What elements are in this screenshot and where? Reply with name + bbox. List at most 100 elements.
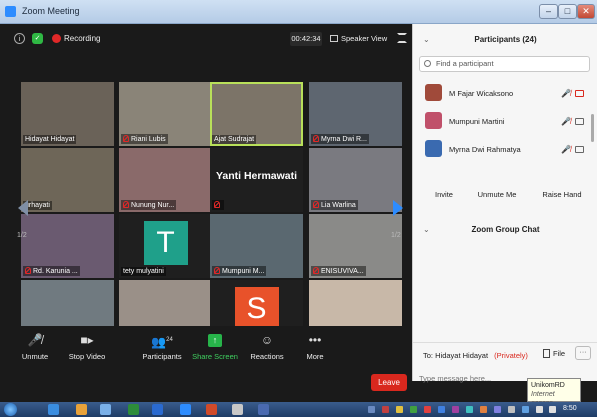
- fullscreen-icon[interactable]: [397, 33, 407, 43]
- muted-microphone-icon: 🎤̸: [27, 333, 43, 347]
- tile-name-text: Nunung Nur...: [131, 202, 175, 209]
- participants-panel-title: Participants (24): [474, 35, 537, 44]
- leave-meeting-button[interactable]: Leave: [371, 374, 407, 391]
- unmute-button[interactable]: 🎤̸ Unmute: [10, 332, 60, 361]
- next-page-arrow-icon[interactable]: [393, 200, 403, 216]
- zoom-taskbar-icon[interactable]: [180, 404, 191, 415]
- tile-name-text: Rd. Karunia ...: [33, 268, 78, 275]
- security-shield-icon[interactable]: ✓: [32, 33, 43, 44]
- tile-name-label: Hidayat Hidayat: [23, 135, 77, 144]
- app-icon[interactable]: [258, 404, 269, 415]
- participant-row[interactable]: M Fajar Wicaksono 🎤̸: [413, 80, 597, 108]
- network-icon[interactable]: [536, 406, 543, 413]
- chat-more-button[interactable]: ···: [575, 346, 591, 360]
- tray-icon[interactable]: [368, 406, 375, 413]
- chrome-app-icon[interactable]: [48, 404, 59, 415]
- maximize-button[interactable]: □: [558, 4, 577, 19]
- tray-icon[interactable]: [452, 406, 459, 413]
- info-icon[interactable]: i: [14, 33, 25, 44]
- muted-microphone-icon: [313, 135, 319, 142]
- tile-name-text: tety mulyatini: [123, 268, 164, 275]
- participant-search-box[interactable]: Find a participant: [419, 56, 590, 72]
- minimize-button[interactable]: –: [539, 4, 558, 19]
- close-button[interactable]: ✕: [577, 4, 595, 19]
- volume-icon[interactable]: [549, 406, 556, 413]
- video-tile[interactable]: ENISUVIVA...: [309, 214, 402, 278]
- stop-video-button[interactable]: ■▸ Stop Video: [62, 332, 112, 361]
- video-tile[interactable]: Ajat Sudrajat: [210, 82, 303, 146]
- folder-app-icon[interactable]: [76, 404, 87, 415]
- chat-to-label: To:: [423, 351, 434, 360]
- tray-icon[interactable]: [410, 406, 417, 413]
- muted-microphone-icon: 🎤̸: [561, 117, 571, 126]
- document-app-icon[interactable]: [232, 404, 243, 415]
- participant-row[interactable]: Mumpuni Martini 🎤̸: [413, 108, 597, 136]
- video-camera-icon: [575, 90, 584, 97]
- video-tile[interactable]: Nunung Nur...: [119, 148, 212, 212]
- tray-icon[interactable]: [438, 406, 445, 413]
- tile-display-name: Yanti Hermawati: [215, 170, 298, 182]
- video-tile[interactable]: Riani Lubis: [119, 82, 212, 146]
- video-tile[interactable]: Yanti Hermawati: [210, 148, 303, 212]
- participants-button[interactable]: 👥24 Participants: [137, 332, 187, 361]
- unmute-me-button[interactable]: Unmute Me: [471, 186, 523, 204]
- collapse-chat-chevron-icon[interactable]: ⌄: [423, 218, 430, 242]
- chat-to-name: Hidayat Hidayat: [435, 351, 489, 360]
- video-tile[interactable]: Rd. Karunia ...: [21, 214, 114, 278]
- video-tile[interactable]: urhayati: [21, 148, 114, 212]
- collapse-chevron-icon[interactable]: ⌄: [423, 28, 430, 52]
- tray-icon[interactable]: [396, 406, 403, 413]
- avatar-letter: S: [234, 287, 279, 331]
- participant-search-placeholder: Find a participant: [436, 59, 494, 68]
- video-tile[interactable]: Lia Warlina: [309, 148, 402, 212]
- share-screen-button[interactable]: ↑ Share Screen: [190, 332, 240, 361]
- tray-icon[interactable]: [424, 406, 431, 413]
- tray-icon[interactable]: [466, 406, 473, 413]
- muted-microphone-icon: [123, 135, 129, 142]
- tray-icon[interactable]: [508, 406, 515, 413]
- avatar: [425, 112, 442, 129]
- tile-name-text: Myrna Dwi R...: [321, 136, 367, 143]
- reactions-button[interactable]: ☺ Reactions: [242, 332, 292, 361]
- start-button-icon[interactable]: [4, 403, 17, 416]
- chat-file-button[interactable]: File: [543, 349, 565, 358]
- participant-list-scrollbar[interactable]: [591, 114, 594, 142]
- window-title: Zoom Meeting: [22, 6, 80, 16]
- avatar: [425, 84, 442, 101]
- tray-icon[interactable]: [522, 406, 529, 413]
- page-indicator-right: 1/2: [391, 232, 401, 239]
- network-tooltip: UnikomRD Internet access: [527, 378, 581, 407]
- video-tile[interactable]: Myrna Dwi R...: [309, 82, 402, 146]
- tile-name-label: tety mulyatini: [121, 267, 166, 276]
- file-icon: [543, 349, 550, 358]
- speaker-view-button[interactable]: Speaker View: [330, 32, 387, 46]
- tray-icon[interactable]: [480, 406, 487, 413]
- excel-app-icon[interactable]: [128, 404, 139, 415]
- avatar: [425, 140, 442, 157]
- tray-icon[interactable]: [494, 406, 501, 413]
- explorer-app-icon[interactable]: [100, 404, 111, 415]
- powerpoint-app-icon[interactable]: [206, 404, 217, 415]
- share-screen-icon: ↑: [208, 334, 222, 347]
- video-tile[interactable]: Ttety mulyatini: [119, 214, 212, 278]
- participant-row[interactable]: Myrna Dwi Rahmatya 🎤̸: [413, 136, 597, 164]
- video-tile[interactable]: Hidayat Hidayat: [21, 82, 114, 146]
- page-indicator-left: 1/2: [17, 232, 27, 239]
- more-button[interactable]: ••• More: [290, 332, 340, 361]
- invite-button[interactable]: Invite: [427, 186, 461, 204]
- tile-name-text: Hidayat Hidayat: [25, 136, 75, 143]
- tray-icon[interactable]: [382, 406, 389, 413]
- chat-recipient[interactable]: To: Hidayat Hidayat (Privately): [423, 351, 528, 360]
- speaker-view-label: Speaker View: [341, 34, 388, 43]
- smiley-reaction-icon: ☺: [260, 333, 274, 347]
- meeting-controls-bar: 🎤̸ Unmute ■▸ Stop Video 👥24 Participants…: [0, 326, 412, 381]
- tile-name-text: Lia Warlina: [321, 202, 356, 209]
- raise-hand-button[interactable]: Raise Hand: [537, 186, 587, 204]
- avatar-letter: T: [143, 221, 188, 265]
- word-app-icon[interactable]: [152, 404, 163, 415]
- more-dots-icon: •••: [308, 333, 322, 347]
- video-tile[interactable]: Mumpuni M...: [210, 214, 303, 278]
- zoom-app-icon: [5, 6, 16, 17]
- video-camera-icon: [575, 146, 584, 153]
- previous-page-arrow-icon[interactable]: [18, 200, 28, 216]
